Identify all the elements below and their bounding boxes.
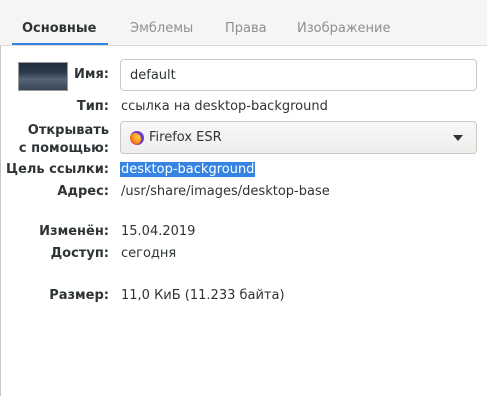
modified-label: Изменён: xyxy=(39,224,109,239)
modified-value: 15.04.2019 xyxy=(121,224,196,239)
tab-bar: Основные Эмблемы Права Изображение xyxy=(0,0,487,46)
accessed-label: Доступ: xyxy=(50,246,109,261)
link-target-value[interactable]: desktop-background xyxy=(120,162,256,177)
tab-permissions[interactable]: Права xyxy=(215,0,277,45)
open-with-combobox[interactable]: Firefox ESR xyxy=(120,121,477,154)
name-label: Имя: xyxy=(73,67,109,82)
tab-image[interactable]: Изображение xyxy=(287,0,400,45)
type-label: Тип: xyxy=(76,99,109,114)
firefox-icon xyxy=(130,131,144,145)
tab-emblems[interactable]: Эмблемы xyxy=(120,0,203,45)
size-value: 11,0 КиБ (11.233 байта) xyxy=(121,288,285,303)
address-label: Адрес: xyxy=(57,184,109,199)
window-edge xyxy=(0,0,1,396)
open-with-label: Открывать с помощью: xyxy=(19,122,109,158)
tab-basic[interactable]: Основные xyxy=(12,0,108,45)
chevron-down-icon xyxy=(453,135,463,141)
accessed-value: сегодня xyxy=(121,246,177,261)
size-label: Размер: xyxy=(49,288,109,303)
open-with-label-line2: с помощью: xyxy=(18,141,109,156)
type-value: ссылка на desktop-background xyxy=(121,99,328,114)
link-target-label: Цель ссылки: xyxy=(6,162,109,177)
open-with-label-line1: Открывать xyxy=(27,123,109,138)
address-value: /usr/share/images/desktop-base xyxy=(121,184,330,199)
name-field[interactable] xyxy=(120,59,477,91)
link-target-selected-text[interactable]: desktop-background xyxy=(120,162,256,177)
open-with-value: Firefox ESR xyxy=(149,130,222,145)
image-thumbnail xyxy=(18,62,68,91)
